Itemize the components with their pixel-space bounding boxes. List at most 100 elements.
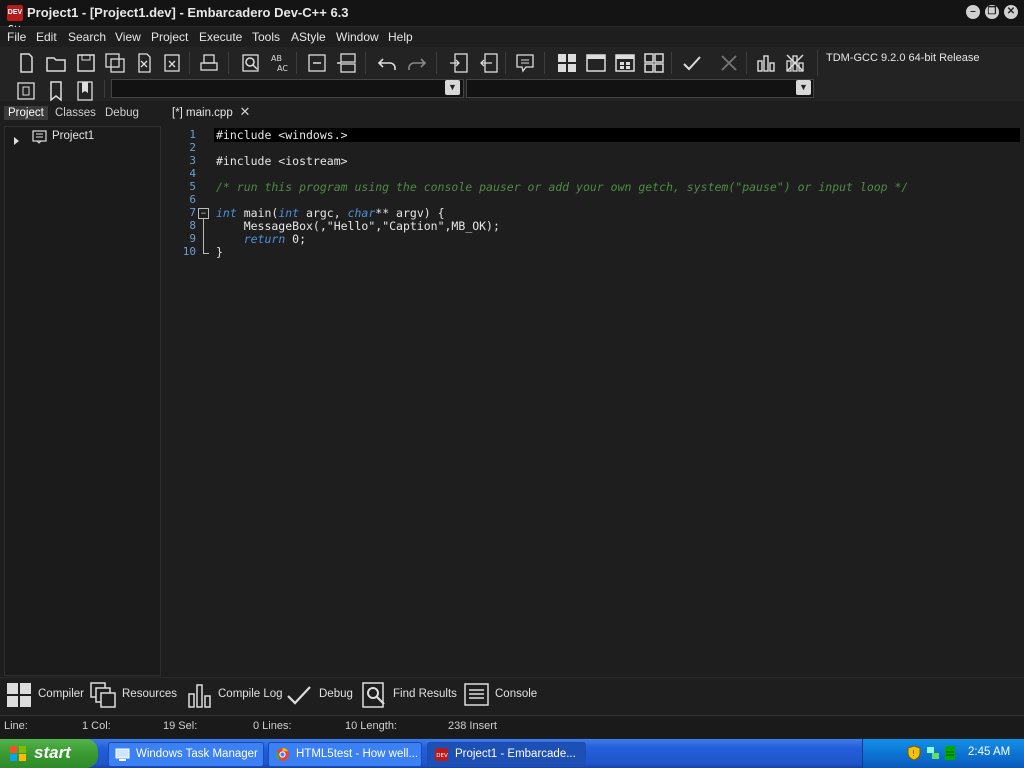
compile-run-button[interactable]	[612, 50, 638, 76]
tab-compiler[interactable]: Compiler	[6, 681, 84, 707]
menu-file[interactable]: File	[7, 30, 26, 44]
stop-execution-button[interactable]	[716, 50, 742, 76]
tab-classes[interactable]: Classes	[51, 106, 100, 120]
close-icon[interactable]: ✕	[239, 105, 251, 118]
menu-help[interactable]: Help	[388, 30, 413, 44]
devcpp-app-icon[interactable]: DEV C++	[7, 5, 23, 32]
new-file-button[interactable]	[13, 50, 39, 76]
code-line[interactable]: return 0;	[216, 232, 306, 246]
task-label: Windows Task Manager	[136, 748, 258, 760]
tab-project[interactable]: Project	[4, 106, 48, 120]
compiler-select[interactable]: TDM-GCC 9.2.0 64-bit Release	[826, 52, 979, 64]
editor-tab-main-cpp[interactable]: [*] main.cpp	[168, 104, 237, 124]
bar-chart-icon	[757, 55, 775, 72]
project-tree[interactable]	[4, 126, 161, 676]
menu-window[interactable]: Window	[336, 30, 379, 44]
chrome-icon	[276, 748, 289, 762]
tab-debug[interactable]: Debug	[101, 106, 143, 120]
code-editor[interactable]: 1 2 3 4 5 6 7 8 9 10 − #include <windows.> #includ…	[166, 125, 1020, 675]
split-view-icon	[337, 53, 356, 73]
task-windows-task-manager[interactable]: Windows Task Manager	[108, 742, 264, 767]
save-button[interactable]	[73, 50, 99, 76]
menu-view[interactable]: View	[115, 30, 141, 44]
delete-profile-button[interactable]	[782, 50, 808, 76]
code-line[interactable]: #include <windows.>	[216, 128, 348, 142]
task-label: Project1 - Embarcade...	[455, 748, 576, 760]
find-results-icon	[362, 682, 385, 708]
menu-edit[interactable]: Edit	[36, 30, 57, 44]
fold-collapse-icon[interactable]: −	[198, 208, 209, 219]
code-token: MessageBox(,	[216, 219, 327, 233]
tab-resources-label: Resources	[122, 688, 177, 700]
code-token: "Hello"	[326, 219, 376, 233]
tab-compile-log[interactable]: Compile Log	[187, 681, 283, 708]
devcpp-icon: DEV	[435, 748, 448, 761]
chevron-down-icon[interactable]: ▼	[796, 80, 811, 95]
menu-search[interactable]: Search	[68, 30, 106, 44]
restore-button[interactable]: ❐	[985, 5, 999, 19]
network-icon[interactable]	[925, 745, 941, 761]
tab-console[interactable]: Console	[464, 681, 540, 707]
split-view-button[interactable]	[334, 50, 360, 76]
save-all-icon	[105, 53, 125, 73]
insert-button[interactable]	[13, 78, 39, 104]
print-button[interactable]	[196, 50, 222, 76]
start-label: start	[34, 743, 71, 762]
expand-arrow-icon[interactable]	[14, 137, 19, 145]
comment-token: /* run this program using the console pa…	[216, 180, 909, 194]
menu-execute[interactable]: Execute	[199, 30, 242, 44]
code-line[interactable]: MessageBox(,"Hello","Caption",MB_OK);	[216, 219, 500, 233]
editor-tab-bar	[166, 103, 1024, 125]
save-all-button[interactable]	[102, 50, 128, 76]
status-sel: 19 Sel:	[163, 720, 198, 732]
open-file-button[interactable]	[43, 50, 69, 76]
unindent-button[interactable]	[476, 50, 502, 76]
redo-button[interactable]	[404, 50, 430, 76]
code-line[interactable]: /* run this program using the console pa…	[216, 180, 908, 194]
status-lines: 0 Lines:	[253, 720, 292, 732]
tab-find-results[interactable]: Find Results	[362, 681, 458, 708]
compile-button[interactable]	[554, 50, 580, 76]
open-folder-icon	[46, 57, 66, 72]
status-bar	[0, 715, 1024, 738]
code-line[interactable]: #include <iostream>	[216, 154, 348, 168]
tree-item-project1[interactable]: Project1	[52, 130, 94, 142]
close-button[interactable]: ✕	[1004, 5, 1018, 19]
toggle-comment-button[interactable]	[512, 50, 538, 76]
code-line[interactable]: int main(int argc, char** argv) {	[216, 206, 445, 220]
syntax-check-button[interactable]	[679, 50, 705, 76]
goto-line-button[interactable]	[304, 50, 330, 76]
keyword-token: int	[216, 206, 237, 220]
chevron-down-icon[interactable]: ▼	[445, 80, 460, 95]
minimize-button[interactable]: –	[966, 5, 980, 19]
tab-resources[interactable]: Resources	[90, 681, 180, 708]
close-all-button[interactable]	[160, 50, 186, 76]
replace-button[interactable]: AB AC	[267, 50, 293, 76]
indent-button[interactable]	[446, 50, 472, 76]
security-shield-icon[interactable]: !	[906, 745, 922, 761]
task-manager-tray-icon[interactable]	[944, 745, 956, 761]
task-devcpp[interactable]: DEV Project1 - Embarcade...	[427, 742, 586, 767]
find-button[interactable]	[238, 50, 264, 76]
close-file-button[interactable]	[131, 50, 157, 76]
project-icon	[32, 130, 47, 144]
code-line[interactable]: }	[216, 245, 223, 259]
task-label: HTML5test - How well...	[296, 748, 419, 760]
line-number: 4	[189, 167, 196, 180]
toggle-bookmark-button[interactable]	[43, 78, 69, 104]
run-button[interactable]	[583, 50, 609, 76]
keyword-token: int	[278, 206, 300, 220]
profile-button[interactable]	[753, 50, 779, 76]
undo-button[interactable]	[374, 50, 400, 76]
goto-bookmark-button[interactable]	[72, 78, 98, 104]
svg-text:AC: AC	[277, 64, 288, 73]
rebuild-all-button[interactable]	[641, 50, 667, 76]
task-html5test[interactable]: HTML5test - How well...	[268, 742, 422, 767]
menu-project[interactable]: Project	[151, 30, 188, 44]
menu-tools[interactable]: Tools	[252, 30, 280, 44]
member-browser-combo[interactable]	[466, 79, 814, 98]
taskbar-clock[interactable]: 2:45 AM	[968, 746, 1010, 758]
tab-debug-output[interactable]: Debug	[286, 681, 354, 707]
class-browser-combo[interactable]	[111, 79, 464, 98]
menu-astyle[interactable]: AStyle	[291, 30, 326, 44]
